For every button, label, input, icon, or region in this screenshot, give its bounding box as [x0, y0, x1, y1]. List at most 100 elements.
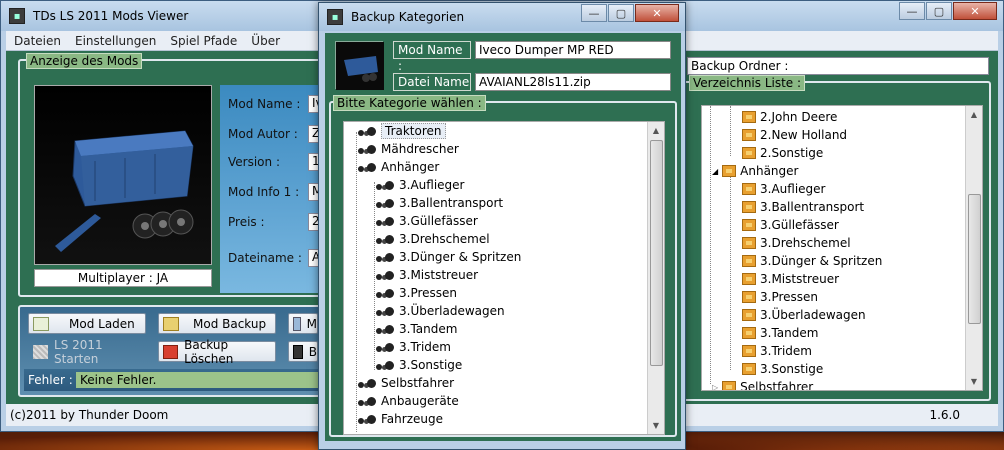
verz-item[interactable]: 3.Pressen [742, 288, 818, 306]
mod-third-label: M [306, 316, 317, 331]
kat-item-label: 3.Tandem [399, 322, 458, 336]
kategorie-tree[interactable]: Traktoren Mähdrescher Anhänger 3.Auflieg… [343, 121, 665, 435]
menu-einstellungen[interactable]: Einstellungen [75, 34, 156, 48]
folder-icon [742, 255, 756, 267]
verz-item[interactable]: 3.Tridem [742, 342, 812, 360]
tractor-icon [376, 342, 394, 352]
tractor-icon [376, 252, 394, 262]
kat-item-label: Traktoren [381, 123, 446, 139]
kat-item[interactable]: 3.Tandem [376, 320, 457, 338]
b-third-button[interactable]: B [288, 341, 318, 362]
kat-item-label: 3.Drehschemel [399, 232, 490, 246]
kat-item[interactable]: 3.Ballentransport [376, 194, 503, 212]
mod-info-label: Mod Info 1 : [228, 185, 300, 199]
verz-item[interactable]: 3.Dünger & Spritzen [742, 252, 882, 270]
main-title: TDs LS 2011 Mods Viewer [33, 9, 189, 23]
collapse-icon[interactable]: ◢ [712, 167, 718, 176]
verz-item[interactable]: 2.John Deere [742, 108, 837, 126]
kat-item[interactable]: Fahrzeuge [358, 410, 443, 428]
verz-item[interactable]: 3.Ballentransport [742, 198, 864, 216]
verz-item-label: 3.Überladewagen [760, 308, 866, 322]
mod-third-button[interactable]: M [288, 313, 318, 334]
tractor-icon [358, 414, 376, 424]
ls-starten-button[interactable]: LS 2011 Starten [28, 338, 146, 366]
menu-ueber[interactable]: Über [251, 34, 280, 48]
verzeichnis-scrollbar[interactable]: ▲ ▼ [965, 106, 982, 390]
scroll-down-icon[interactable]: ▼ [648, 417, 664, 434]
mod-backup-button[interactable]: Mod Backup [158, 313, 276, 334]
kat-item-label: 3.Überladewagen [399, 304, 505, 318]
mod-thumbnail [335, 41, 384, 90]
folder-icon [742, 147, 756, 159]
kat-item[interactable]: 3.Miststreuer [376, 266, 478, 284]
tractor-icon [376, 234, 394, 244]
verz-item-anhaenger[interactable]: ◢ Anhänger [712, 162, 798, 180]
menu-spiel-pfade[interactable]: Spiel Pfade [170, 34, 237, 48]
kat-item[interactable]: 3.Drehschemel [376, 230, 490, 248]
verz-item-label: 2.John Deere [760, 110, 838, 124]
kategorie-scrollbar[interactable]: ▲ ▼ [647, 122, 664, 434]
delete-arrow-icon [163, 344, 179, 359]
folder-icon [722, 381, 737, 390]
scroll-up-icon[interactable]: ▲ [648, 122, 664, 139]
dlg-datei-name-field[interactable]: AVAIANL28ls11.zip [475, 73, 671, 91]
tree-guide [710, 106, 711, 384]
folder-icon [742, 291, 756, 303]
kat-item-label: Fahrzeuge [381, 412, 443, 426]
backup-ordner-field[interactable]: Backup Ordner : [687, 57, 989, 75]
folder-icon [742, 111, 756, 123]
verz-item-label: 3.Pressen [760, 290, 819, 304]
kat-item[interactable]: 3.Sonstige [376, 356, 462, 374]
verz-item[interactable]: 2.Sonstige [742, 144, 823, 162]
verz-item[interactable]: 3.Tandem [742, 324, 818, 342]
verz-item-label: 3.Ballentransport [760, 200, 865, 214]
verz-item[interactable]: 3.Sonstige [742, 360, 823, 378]
kat-item[interactable]: Selbstfahrer [358, 374, 454, 392]
mod-group-title: Anzeige des Mods [26, 53, 143, 69]
verz-item[interactable]: 3.Güllefässer [742, 216, 839, 234]
kat-item[interactable]: Mähdrescher [358, 140, 459, 158]
dialog-maximize-button[interactable]: ▢ [608, 4, 634, 22]
backup-loeschen-button[interactable]: Backup Löschen [158, 338, 276, 366]
kat-item-label: 3.Ballentransport [399, 196, 504, 210]
kat-item-traktoren[interactable]: Traktoren [358, 122, 446, 140]
verz-item[interactable]: 3.Überladewagen [742, 306, 866, 324]
close-button[interactable]: ✕ [953, 2, 997, 20]
kat-item[interactable]: 3.Tridem [376, 338, 451, 356]
verzeichnis-group: Verzeichnis Liste : 2.John Deere 2.New H… [681, 75, 991, 401]
scroll-down-icon[interactable]: ▼ [966, 373, 982, 390]
dlg-mod-name-field[interactable]: Iveco Dumper MP RED [475, 41, 671, 59]
tractor-icon [358, 126, 376, 136]
verz-item[interactable]: 3.Miststreuer [742, 270, 839, 288]
dialog-titlebar[interactable]: ▪ Backup Kategorien — ▢ ✕ [319, 3, 685, 31]
menu-dateien[interactable]: Dateien [14, 34, 61, 48]
kat-item[interactable]: 3.Pressen [376, 284, 457, 302]
kat-item[interactable]: 3.Überladewagen [376, 302, 505, 320]
verz-item[interactable]: 3.Auflieger [742, 180, 825, 198]
kat-item[interactable]: 3.Güllefässer [376, 212, 478, 230]
mod-laden-button[interactable]: Mod Laden [28, 313, 146, 334]
b-third-label: B [308, 344, 317, 359]
kat-item[interactable]: Anbaugeräte [358, 392, 459, 410]
verz-item-selbstfahrer[interactable]: ▷ Selbstfahrer [712, 378, 813, 391]
mod-backup-label: Mod Backup [193, 316, 267, 331]
verzeichnis-tree[interactable]: 2.John Deere 2.New Holland 2.Sonstige ◢ A… [701, 105, 983, 391]
mod-autor-label: Mod Autor : [228, 127, 298, 141]
dialog-close-button[interactable]: ✕ [635, 4, 679, 22]
verz-item-label: 3.Dünger & Spritzen [760, 254, 883, 268]
scroll-thumb[interactable] [968, 194, 981, 324]
scroll-up-icon[interactable]: ▲ [966, 106, 982, 123]
kat-item[interactable]: 3.Auflieger [376, 176, 464, 194]
version-text: 1.6.0 [929, 408, 960, 422]
maximize-button[interactable]: ▢ [926, 2, 952, 20]
verz-item-label: Anhänger [740, 164, 799, 178]
minimize-button[interactable]: — [899, 2, 925, 20]
kat-item-label: Anhänger [381, 160, 440, 174]
dialog-minimize-button[interactable]: — [581, 4, 607, 22]
kat-item[interactable]: 3.Dünger & Spritzen [376, 248, 521, 266]
verz-item[interactable]: 2.New Holland [742, 126, 847, 144]
kat-item[interactable]: Anhänger [358, 158, 439, 176]
verz-item[interactable]: 3.Drehschemel [742, 234, 851, 252]
expand-icon[interactable]: ▷ [712, 383, 718, 391]
scroll-thumb[interactable] [650, 140, 663, 366]
